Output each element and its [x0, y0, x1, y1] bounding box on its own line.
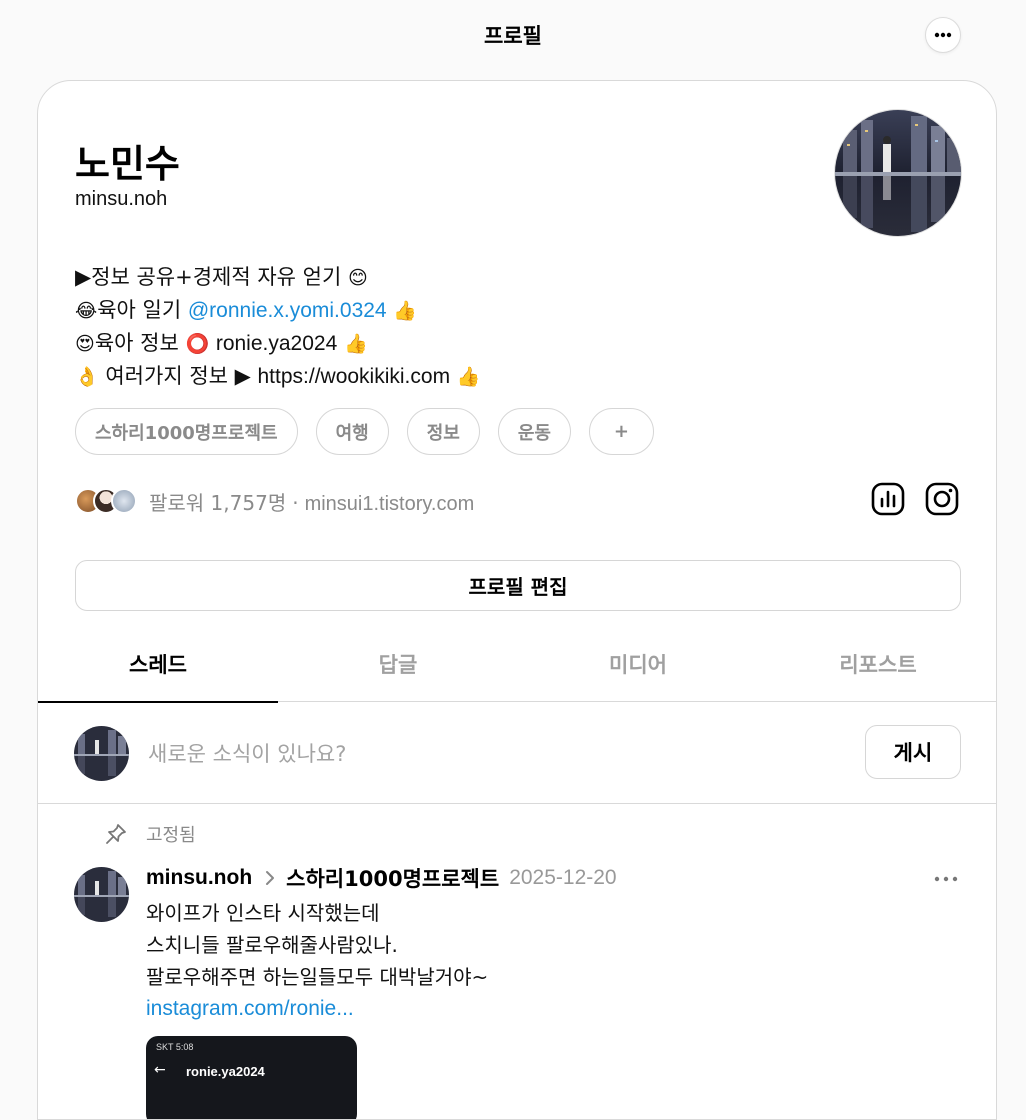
followers-info: 팔로워 1,757명 · minsui1.tistory.com [149, 487, 474, 516]
tag-chip[interactable]: 운동 [497, 408, 571, 455]
more-options-button[interactable] [925, 17, 961, 53]
top-bar: 프로필 [0, 0, 1026, 70]
bio-line-1: ▶정보 공유+경제적 자유 얻기 😊 [75, 261, 480, 294]
bio-text: 여러가지 정보 [105, 364, 228, 388]
thumbs-up-emoji-icon: 👍 [343, 333, 368, 355]
post-link[interactable]: instagram.com/ronie... [146, 993, 488, 1025]
bio-text: 육아 정보 [94, 331, 179, 355]
ok-hand-emoji-icon: 👌 [75, 366, 99, 388]
bio-line-2: 😂육아 일기 @ronnie.x.yomi.0324 👍 [75, 294, 480, 327]
screenshot-status: SKT 5:08 [156, 1042, 194, 1052]
edit-profile-button[interactable]: 프로필 편집 [75, 560, 961, 611]
bio-line-3: 😍육아 정보 ⭕ ronie.ya2024 👍 [75, 327, 480, 360]
profile-bio: ▶정보 공유+경제적 자유 얻기 😊 😂육아 일기 @ronnie.x.yomi… [75, 261, 480, 393]
follower-avatar [111, 488, 137, 514]
separator: · [292, 490, 299, 515]
profile-avatar[interactable] [834, 109, 962, 237]
profile-name: 노민수 [75, 142, 180, 186]
heart-eyes-emoji-icon: 😍 [75, 333, 95, 355]
pinned-label: 고정됨 [146, 825, 196, 846]
post-button[interactable]: 게시 [865, 725, 961, 779]
profile-tabs: 스레드 답글 미디어 리포스트 [38, 626, 996, 703]
tab-threads[interactable]: 스레드 [38, 626, 278, 703]
website-link[interactable]: minsui1.tistory.com [305, 493, 475, 515]
chevron-right-icon [266, 871, 275, 885]
post-text-line: 스치니들 팔로우해줄사람있나. [146, 933, 398, 957]
bio-mention-link[interactable]: @ronnie.x.yomi.0324 [188, 299, 387, 322]
circle-emoji-icon: ⭕ [185, 333, 210, 355]
play-arrow-glyph: ▶ [75, 265, 92, 289]
post-text-line: 팔로우해주면 하는일들모두 대박날거야~ [146, 965, 489, 989]
post-text-line: 와이프가 인스타 시작했는데 [146, 901, 380, 925]
avatar[interactable] [74, 726, 129, 781]
page-title: 프로필 [484, 24, 542, 48]
smile-emoji-icon: 😊 [348, 267, 368, 289]
insights-icon[interactable] [870, 481, 906, 517]
bio-line-4: 👌 여러가지 정보 ▶ https://wookikiki.com 👍 [75, 360, 480, 393]
tab-media[interactable]: 미디어 [518, 626, 758, 702]
post-header: minsu.noh 스하리1000명프로젝트 2025-12-20 [146, 863, 617, 893]
bio-handle: ronie.ya2024 [215, 332, 338, 355]
followers-count[interactable]: 팔로워 1,757명 [149, 491, 286, 515]
bio-url: https://wookikiki.com [257, 365, 451, 388]
tag-chip[interactable]: 여행 [315, 408, 389, 455]
profile-card: 노민수 minsu.noh ▶정보 공유+경제적 자유 얻기 😊 😂육아 일기 … [37, 80, 997, 1120]
followers-row: 팔로워 1,757명 · minsui1.tistory.com [75, 483, 474, 519]
screenshot-title: ronie.ya2024 [186, 1064, 265, 1079]
pin-icon [106, 824, 126, 844]
tab-replies[interactable]: 답글 [278, 626, 518, 702]
post-username[interactable]: minsu.noh [146, 866, 252, 890]
post-topic[interactable]: 스하리1000명프로젝트 [286, 863, 499, 893]
tag-chip[interactable]: 스하리1000명프로젝트 [75, 408, 298, 455]
add-tag-button[interactable]: + [588, 408, 654, 455]
play-arrow-glyph: ▶ [234, 364, 251, 388]
profile-username: minsu.noh [75, 188, 168, 210]
topic-tags: 스하리1000명프로젝트 여행 정보 운동 + [75, 408, 654, 455]
laugh-emoji-icon: 😂 [75, 300, 98, 322]
composer-input[interactable]: 새로운 소식이 있나요? [148, 738, 346, 768]
composer: 새로운 소식이 있나요? 게시 [38, 702, 996, 804]
thumbs-up-emoji-icon: 👍 [456, 366, 481, 388]
avatar[interactable] [74, 867, 129, 922]
post-more-icon[interactable] [932, 873, 960, 885]
follower-avatars[interactable] [75, 488, 137, 514]
back-arrow-icon: ← [154, 1062, 166, 1078]
post-date: 2025-12-20 [509, 866, 617, 889]
avatar-photo [74, 867, 129, 922]
avatar-photo [74, 726, 129, 781]
post-image[interactable]: SKT 5:08 ← ronie.ya2024 [146, 1036, 357, 1119]
more-horizontal-icon [934, 32, 952, 38]
post-body: 와이프가 인스타 시작했는데 스치니들 팔로우해줄사람있나. 팔로우해주면 하는… [146, 897, 488, 1025]
tab-reposts[interactable]: 리포스트 [758, 626, 996, 702]
bio-text: 정보 공유+경제적 자유 얻기 [91, 265, 342, 289]
thumbs-up-emoji-icon: 👍 [393, 300, 417, 322]
avatar-photo [835, 110, 961, 236]
tag-chip[interactable]: 정보 [406, 408, 480, 455]
instagram-icon[interactable] [924, 481, 960, 517]
pinned-indicator: 고정됨 [104, 821, 196, 847]
bio-text: 육아 일기 [97, 298, 182, 322]
